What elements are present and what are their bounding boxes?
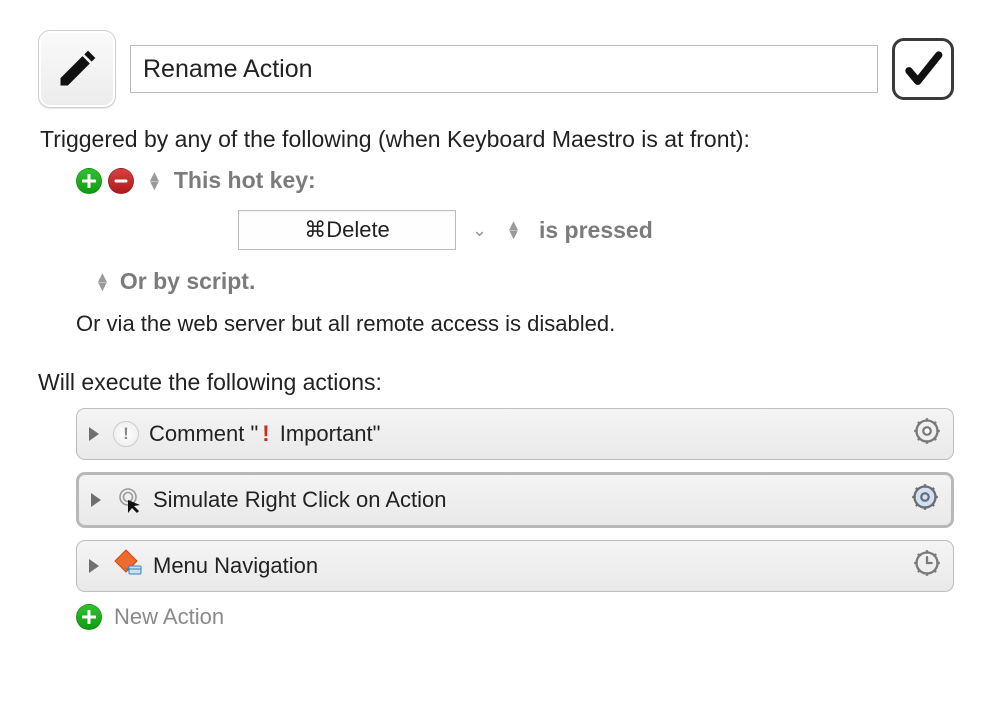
script-label: Or by script.	[120, 268, 255, 295]
red-exclamation-icon: !	[258, 421, 273, 446]
action-row-menu-navigation[interactable]: Menu Navigation	[76, 540, 954, 592]
gear-icon	[913, 417, 941, 445]
action-menu-button[interactable]	[913, 417, 941, 451]
action-menu-button[interactable]	[913, 549, 941, 583]
action-row-comment[interactable]: ! Comment "! Important"	[76, 408, 954, 460]
remove-trigger-button[interactable]	[108, 168, 134, 194]
checkmark-icon	[902, 48, 944, 90]
disclosure-triangle-icon[interactable]	[89, 427, 99, 441]
gear-icon	[911, 483, 939, 511]
condition-label: is pressed	[539, 217, 653, 244]
action-menu-button[interactable]	[911, 483, 939, 517]
hotkey-label: This hot key:	[174, 167, 316, 194]
trigger-intro-text: Triggered by any of the following (when …	[40, 126, 954, 153]
script-option-stepper[interactable]: ▲▼	[95, 273, 109, 291]
plus-icon	[82, 174, 96, 188]
enabled-toggle[interactable]	[892, 38, 954, 100]
add-trigger-button[interactable]	[76, 168, 102, 194]
new-action-label: New Action	[114, 604, 224, 630]
actions-header: Will execute the following actions:	[38, 369, 954, 396]
pencil-icon	[55, 47, 99, 91]
minus-icon	[114, 174, 128, 188]
gear-clock-icon	[913, 549, 941, 577]
disclosure-triangle-icon[interactable]	[89, 559, 99, 573]
plus-icon	[82, 610, 96, 624]
action-title: Menu Navigation	[153, 553, 903, 579]
trigger-type-stepper[interactable]: ▲▼	[147, 172, 161, 190]
web-server-note: Or via the web server but all remote acc…	[76, 311, 954, 337]
hotkey-options-dropdown[interactable]: ⌄	[472, 220, 487, 241]
action-title-post: Important"	[274, 421, 381, 446]
condition-stepper[interactable]: ▲▼	[506, 221, 520, 239]
action-title: Comment "! Important"	[149, 421, 903, 447]
edit-macro-button[interactable]	[38, 30, 116, 108]
comment-icon: !	[113, 421, 139, 447]
action-title: Simulate Right Click on Action	[153, 487, 901, 513]
action-row-simulate-click[interactable]: Simulate Right Click on Action	[76, 472, 954, 528]
disclosure-triangle-icon[interactable]	[91, 493, 101, 507]
macro-name-input[interactable]	[130, 45, 878, 93]
click-target-icon	[115, 486, 143, 514]
new-action-button[interactable]	[76, 604, 102, 630]
hotkey-field[interactable]: ⌘Delete	[238, 210, 456, 250]
action-title-pre: Comment "	[149, 421, 258, 446]
menu-navigation-icon	[113, 549, 143, 583]
